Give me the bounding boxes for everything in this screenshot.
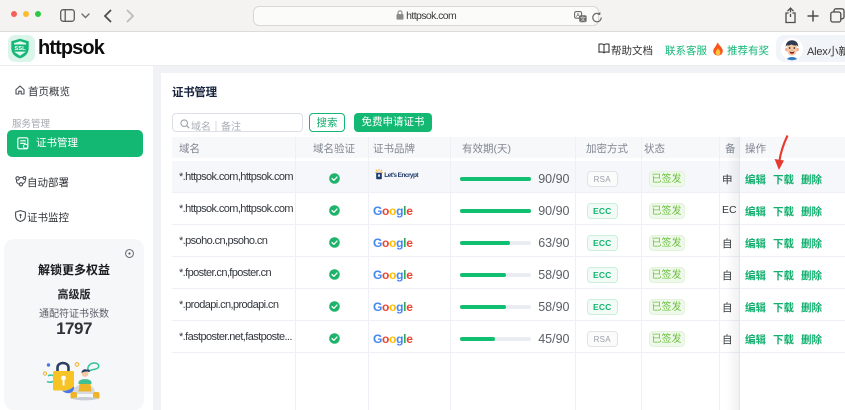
svg-text:SSL: SSL <box>14 46 26 52</box>
svg-text:文: 文 <box>580 15 586 23</box>
